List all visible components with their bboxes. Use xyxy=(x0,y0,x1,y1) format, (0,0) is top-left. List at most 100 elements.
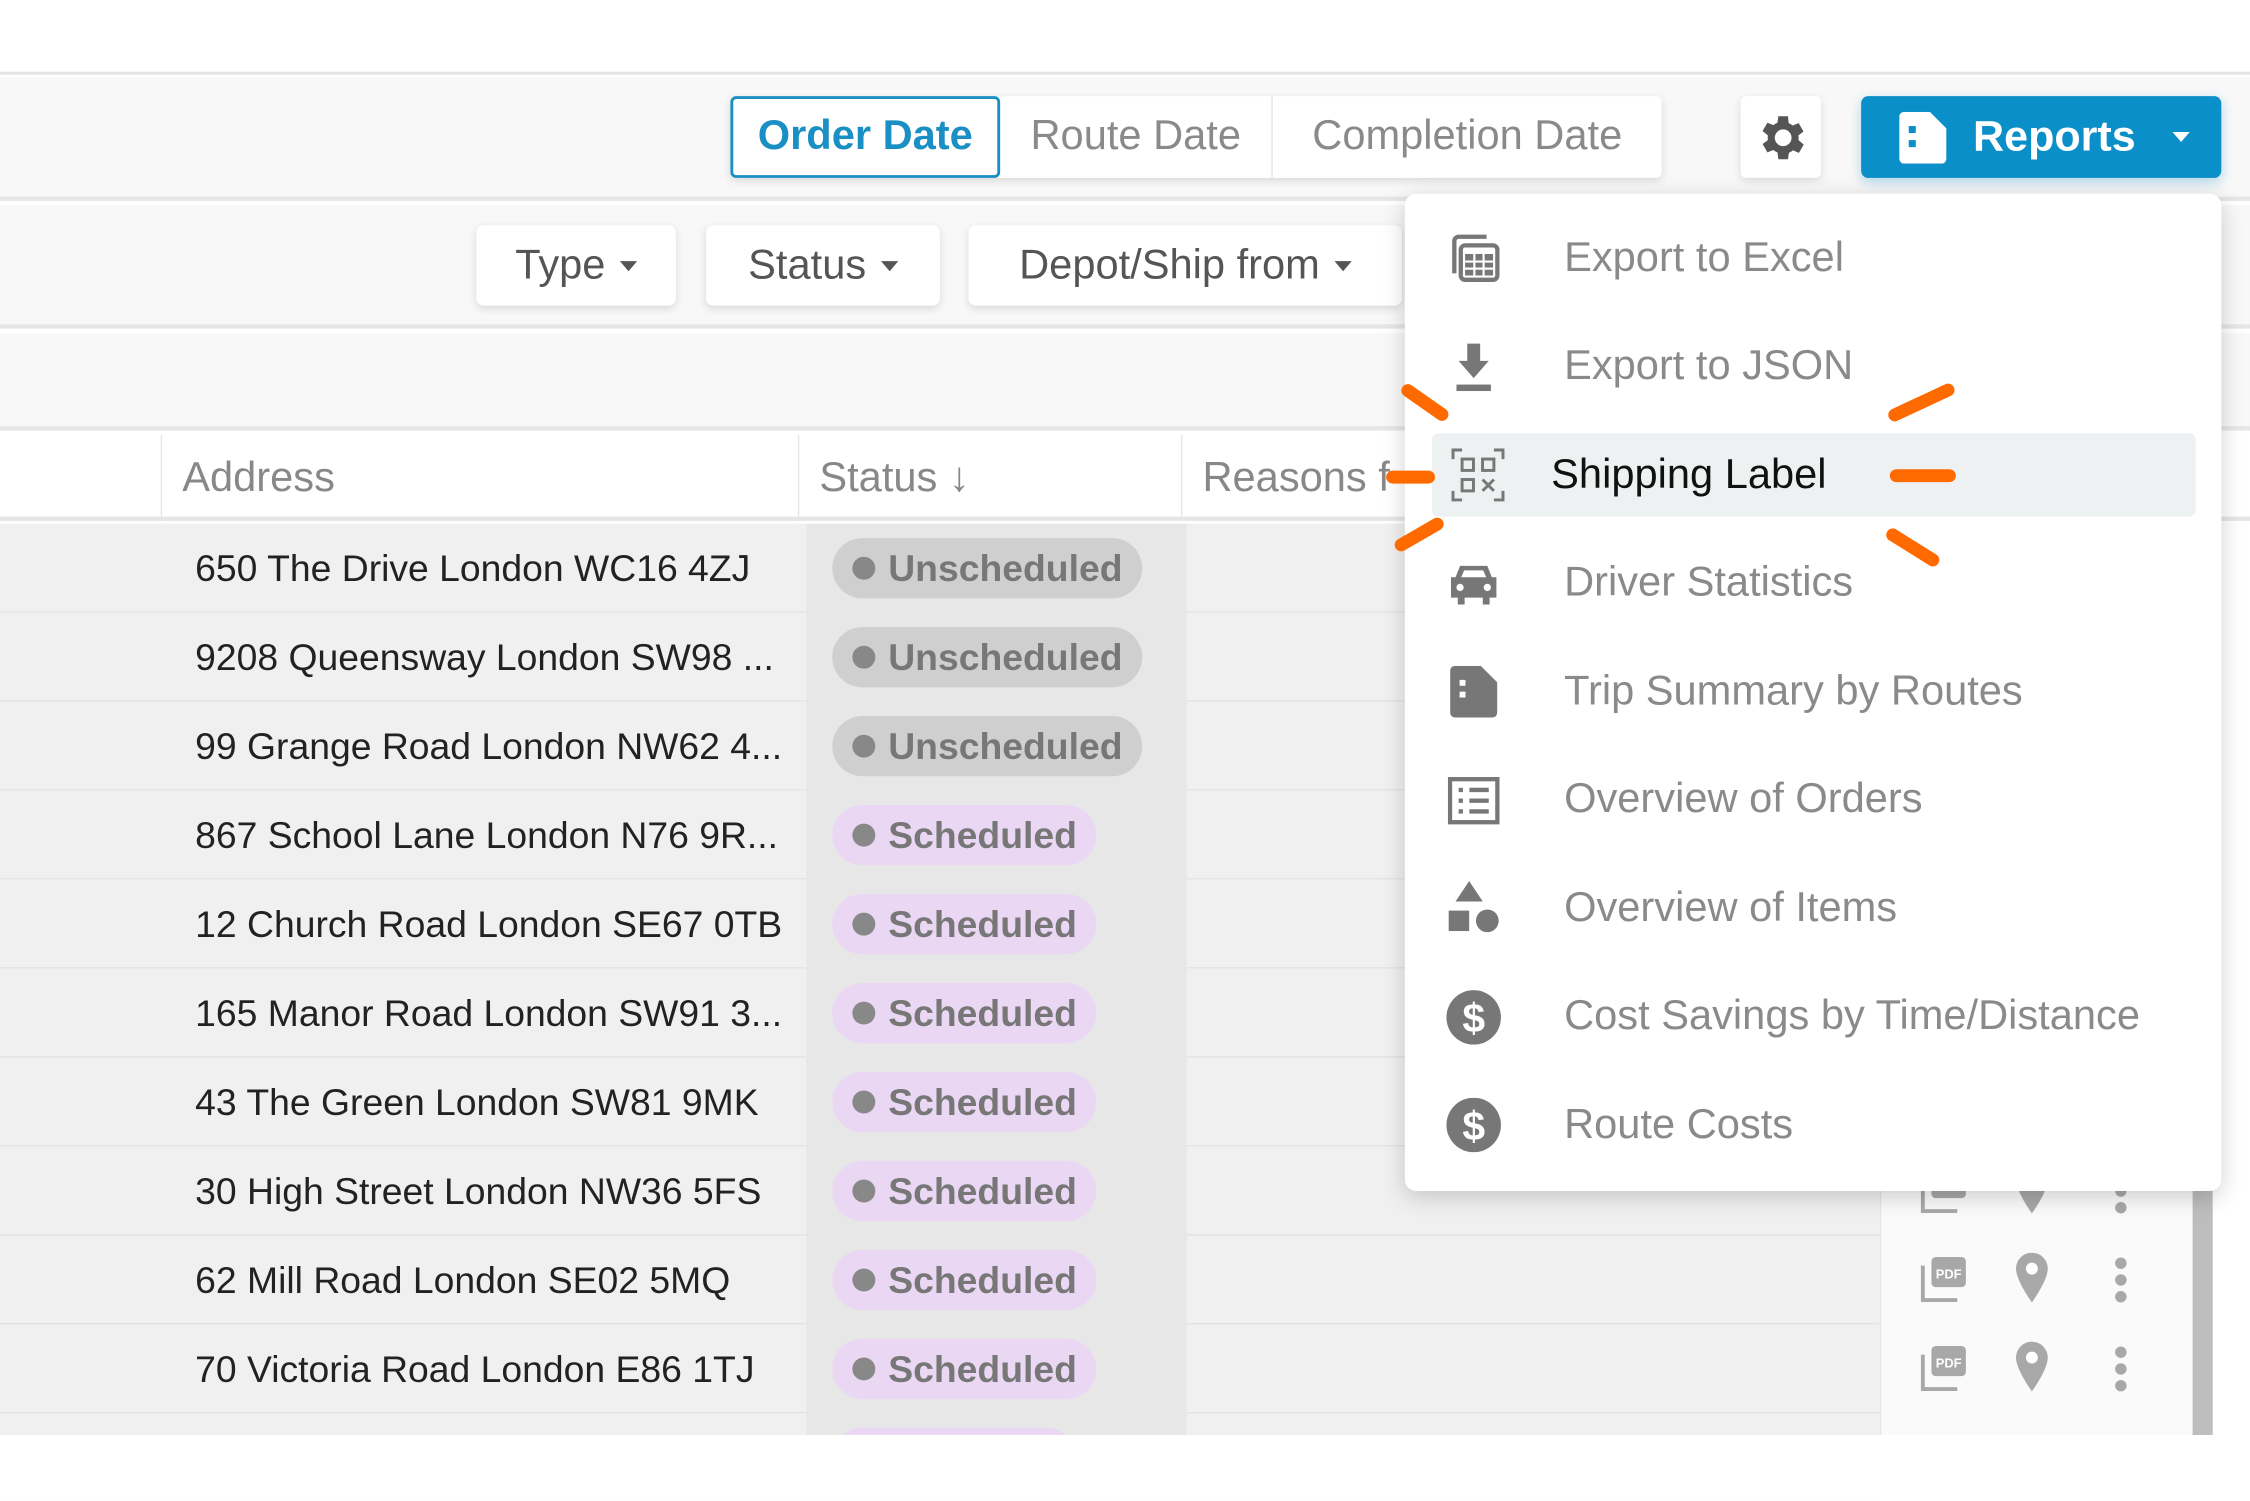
type-filter-label: Type xyxy=(515,241,606,288)
status-cell: Scheduled xyxy=(806,968,1187,1058)
menu-item-overview-of-orders[interactable]: Overview of Orders xyxy=(1405,758,2221,841)
header-toolbar: Order Date Route Date Completion Date Re… xyxy=(0,77,2250,201)
document-icon xyxy=(1899,111,1947,163)
status-cell: Unscheduled xyxy=(806,701,1187,791)
status-badge: Unscheduled xyxy=(832,538,1143,599)
status-cell: Scheduled xyxy=(806,879,1187,969)
address-cell: 650 The Drive London WC16 4ZJ xyxy=(195,545,751,590)
menu-item-label: Driver Statistics xyxy=(1564,559,1854,606)
tab-completion-date[interactable]: Completion Date xyxy=(1273,96,1662,178)
status-filter-label: Status xyxy=(748,241,867,288)
status-filter-button[interactable]: Status xyxy=(705,225,940,306)
menu-item-label: Trip Summary by Routes xyxy=(1564,667,2023,714)
address-cell: 62 Mill Road London SE02 5MQ xyxy=(195,1257,731,1301)
row-actions: PDF xyxy=(1881,1324,2194,1413)
status-badge: Scheduled xyxy=(832,982,1097,1044)
menu-item-export-to-excel[interactable]: Export to Excel xyxy=(1405,217,2221,300)
status-badge-label: Scheduled xyxy=(888,1257,1077,1301)
chevron-down-icon xyxy=(880,260,898,271)
menu-item-label: Export to Excel xyxy=(1564,234,1844,281)
document-icon xyxy=(1445,663,1502,720)
tab-order-date[interactable]: Order Date xyxy=(730,96,1001,178)
status-badge-label: Scheduled xyxy=(888,1079,1077,1123)
highlight-mark xyxy=(1386,470,1435,484)
status-badge: Scheduled xyxy=(832,893,1097,955)
status-dot-icon xyxy=(852,1090,876,1114)
menu-item-label: Overview of Orders xyxy=(1564,776,1923,823)
chevron-down-icon xyxy=(1334,260,1352,271)
status-cell: Unscheduled xyxy=(806,523,1187,613)
status-badge: Scheduled xyxy=(832,1338,1097,1400)
app-window: Order Date Route Date Completion Date Re… xyxy=(0,0,2250,1501)
status-cell: Unscheduled xyxy=(806,612,1187,702)
status-cell: Scheduled xyxy=(806,1057,1187,1147)
status-badge-label: Scheduled xyxy=(888,990,1077,1034)
download-icon xyxy=(1445,338,1502,395)
address-cell: 165 Manor Road London SW91 3... xyxy=(195,990,783,1034)
status-badge-label: Scheduled xyxy=(888,1346,1077,1390)
address-cell: 867 School Lane London N76 9R... xyxy=(195,812,779,856)
reports-button[interactable]: Reports xyxy=(1861,96,2222,178)
menu-item-export-to-json[interactable]: Export to JSON xyxy=(1405,325,2221,408)
reports-dropdown-menu: Export to Excel Export to JSON Shipping … xyxy=(1404,193,2222,1192)
status-dot-icon xyxy=(852,823,876,847)
status-dot-icon xyxy=(852,912,876,936)
status-cell: Scheduled xyxy=(806,1146,1187,1236)
address-cell: 9208 Queensway London SW98 ... xyxy=(195,634,774,679)
address-cell: 43 The Green London SW81 9MK xyxy=(195,1079,759,1123)
status-badge-label: Scheduled xyxy=(888,812,1077,856)
pdf-icon[interactable]: PDF xyxy=(1919,1253,1971,1312)
settings-button[interactable] xyxy=(1740,96,1821,178)
menu-item-overview-of-items[interactable]: Overview of Items xyxy=(1405,867,2221,950)
status-dot-icon xyxy=(852,734,876,758)
reports-label: Reports xyxy=(1973,112,2136,160)
status-cell: Scheduled xyxy=(806,1324,1187,1414)
address-cell: 30 High Street London NW36 5FS xyxy=(195,1168,762,1212)
menu-item-driver-statistics[interactable]: Driver Statistics xyxy=(1405,542,2221,625)
status-badge: Unscheduled xyxy=(832,716,1143,777)
status-badge: Scheduled xyxy=(832,805,1097,866)
row-actions: PDF xyxy=(1881,1235,2194,1324)
gear-icon xyxy=(1762,115,1804,159)
qr-code-icon xyxy=(1449,446,1506,503)
list-icon xyxy=(1445,771,1502,828)
menu-item-label: Export to JSON xyxy=(1564,342,1854,389)
menu-item-route-costs[interactable]: $ Route Costs xyxy=(1405,1083,2221,1166)
map-pin-icon[interactable] xyxy=(2010,1252,2053,1312)
car-icon xyxy=(1445,555,1502,612)
table-row[interactable]: 62 Mill Road London SE02 5MQ Scheduled xyxy=(0,1235,1880,1325)
depot-filter-label: Depot/Ship from xyxy=(1019,241,1320,288)
menu-item-label: Route Costs xyxy=(1564,1101,1794,1148)
menu-item-cost-savings-by-time-distance[interactable]: $ Cost Savings by Time/Distance xyxy=(1405,975,2221,1058)
address-cell: 70 Victoria Road London E86 1TJ xyxy=(195,1346,755,1390)
status-badge: Scheduled xyxy=(832,1160,1097,1222)
top-bar xyxy=(0,0,2250,75)
status-dot-icon xyxy=(852,1179,876,1203)
menu-item-label: Shipping Label xyxy=(1551,451,1827,498)
table-row[interactable]: 70 Victoria Road London E86 1TJ Schedule… xyxy=(0,1324,1880,1414)
status-dot-icon xyxy=(852,1357,876,1381)
tab-route-date[interactable]: Route Date xyxy=(1000,96,1273,178)
highlight-mark xyxy=(1889,469,1956,483)
more-vertical-icon[interactable] xyxy=(2114,1256,2128,1312)
depot-filter-button[interactable]: Depot/Ship from xyxy=(968,225,1402,306)
address-cell: 99 Grange Road London NW62 4... xyxy=(195,723,783,767)
column-header-address[interactable]: Address xyxy=(160,434,798,521)
svg-text:PDF: PDF xyxy=(1936,1356,1962,1371)
svg-text:PDF: PDF xyxy=(1936,1267,1962,1282)
shapes-icon xyxy=(1445,880,1502,937)
status-dot-icon xyxy=(852,1001,876,1025)
dollar-icon: $ xyxy=(1445,1096,1502,1153)
map-pin-icon[interactable] xyxy=(2010,1341,2053,1401)
menu-item-shipping-label[interactable]: Shipping Label xyxy=(1432,433,2196,517)
menu-item-trip-summary-by-routes[interactable]: Trip Summary by Routes xyxy=(1405,650,2221,733)
dollar-icon: $ xyxy=(1445,988,1502,1045)
chevron-down-icon xyxy=(2173,132,2191,143)
pdf-icon[interactable]: PDF xyxy=(1919,1342,1971,1401)
svg-text:$: $ xyxy=(1462,994,1485,1040)
status-badge-label: Unscheduled xyxy=(888,634,1123,679)
more-vertical-icon[interactable] xyxy=(2114,1345,2128,1401)
bottom-margin xyxy=(0,1434,2250,1501)
column-header-status[interactable]: Status ↓ xyxy=(797,434,1181,521)
type-filter-button[interactable]: Type xyxy=(476,225,676,306)
